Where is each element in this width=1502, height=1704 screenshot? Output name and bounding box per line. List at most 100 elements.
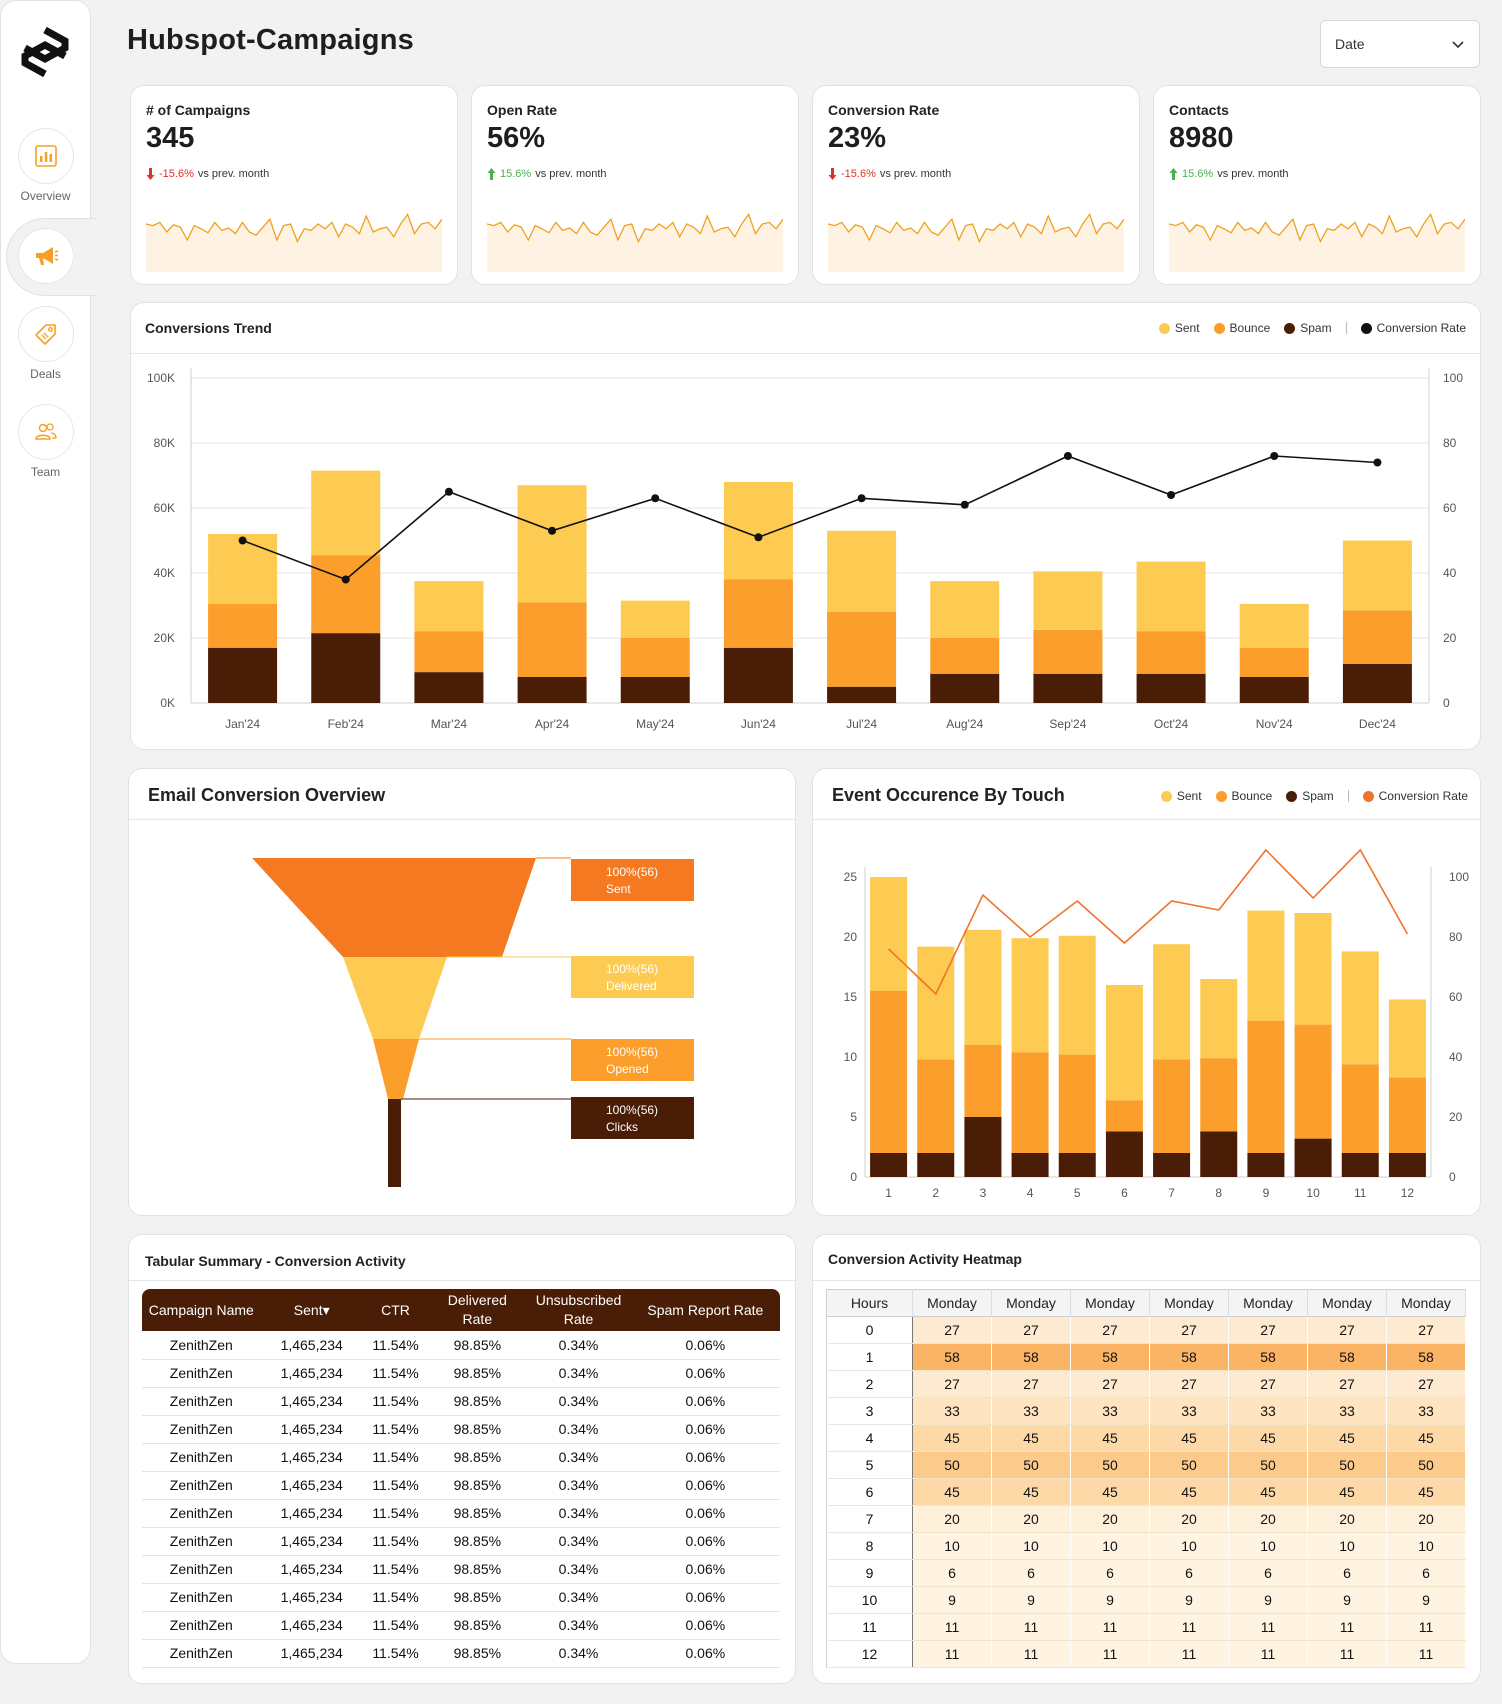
bar-bounce[interactable] — [1239, 647, 1309, 677]
bar-spam[interactable] — [917, 1153, 955, 1177]
bar-spam[interactable] — [1342, 664, 1412, 703]
bar-spam[interactable] — [1247, 1153, 1285, 1177]
bar-sent[interactable] — [311, 470, 381, 556]
sidebar-item-campaigns[interactable] — [0, 228, 91, 284]
bar-sent[interactable] — [930, 581, 1000, 638]
bar-sent[interactable] — [1294, 913, 1332, 1025]
bar-sent[interactable] — [1153, 944, 1191, 1060]
bar-spam[interactable] — [1058, 1153, 1096, 1177]
bar-sent[interactable] — [1247, 910, 1285, 1021]
bar-spam[interactable] — [1011, 1153, 1049, 1177]
bar-bounce[interactable] — [311, 555, 381, 634]
bar-bounce[interactable] — [1011, 1052, 1049, 1153]
bar-bounce[interactable] — [1033, 629, 1103, 674]
conversion-rate-point[interactable] — [1373, 458, 1382, 467]
conversion-rate-point[interactable] — [341, 575, 350, 584]
bar-bounce[interactable] — [1058, 1054, 1096, 1153]
bar-sent[interactable] — [870, 877, 908, 991]
bar-bounce[interactable] — [723, 579, 793, 648]
bar-bounce[interactable] — [414, 631, 484, 673]
bar-bounce[interactable] — [870, 991, 908, 1153]
y2-tick-label: 0 — [1449, 1170, 1456, 1184]
table-cell: ZenithZen — [142, 1387, 261, 1416]
bar-spam[interactable] — [1388, 1153, 1426, 1177]
bar-bounce[interactable] — [208, 603, 278, 648]
bar-bounce[interactable] — [1136, 631, 1206, 674]
bar-sent[interactable] — [723, 482, 793, 580]
sidebar: Overview Deals Team — [0, 0, 96, 1664]
bar-bounce[interactable] — [1200, 1058, 1238, 1132]
sidebar-item-team[interactable]: Team — [0, 404, 91, 479]
bar-sent[interactable] — [1011, 938, 1049, 1053]
table-cell: 0.06% — [630, 1499, 780, 1528]
bar-sent[interactable] — [1105, 985, 1143, 1101]
bar-sent[interactable] — [827, 530, 897, 612]
bar-bounce[interactable] — [1294, 1024, 1332, 1139]
bar-spam[interactable] — [827, 686, 897, 703]
bar-spam[interactable] — [1153, 1153, 1191, 1177]
bar-bounce[interactable] — [1153, 1059, 1191, 1153]
bar-spam[interactable] — [311, 633, 381, 703]
bar-sent[interactable] — [1388, 999, 1426, 1078]
column-header[interactable]: Sent▾ — [260, 1289, 363, 1331]
conversion-rate-point[interactable] — [651, 494, 660, 503]
bar-bounce[interactable] — [517, 602, 587, 677]
bar-sent[interactable] — [1239, 603, 1309, 648]
bar-bounce[interactable] — [930, 638, 1000, 674]
sidebar-item-overview[interactable]: Overview — [0, 128, 91, 203]
bar-sent[interactable] — [917, 946, 955, 1060]
bar-spam[interactable] — [517, 677, 587, 703]
conversion-rate-point[interactable] — [857, 494, 866, 503]
bar-spam[interactable] — [1200, 1131, 1238, 1177]
y-tick-label: 15 — [844, 990, 858, 1004]
bar-spam[interactable] — [870, 1153, 908, 1177]
bar-sent[interactable] — [964, 929, 1002, 1045]
bar-spam[interactable] — [414, 672, 484, 703]
date-filter-select[interactable]: Date — [1320, 20, 1480, 68]
bar-sent[interactable] — [1033, 571, 1103, 630]
bar-sent[interactable] — [1136, 561, 1206, 632]
conversion-rate-point[interactable] — [238, 536, 247, 545]
sidebar-item-deals[interactable]: Deals — [0, 306, 91, 381]
table-cell: 1,465,234 — [260, 1555, 363, 1584]
bar-sent[interactable] — [1058, 935, 1096, 1055]
bar-sent[interactable] — [1200, 979, 1238, 1059]
bar-bounce[interactable] — [827, 612, 897, 687]
conversion-rate-point[interactable] — [1063, 452, 1072, 460]
bar-bounce[interactable] — [917, 1059, 955, 1153]
bar-spam[interactable] — [723, 647, 793, 703]
bar-spam[interactable] — [208, 647, 278, 703]
bar-spam[interactable] — [1136, 673, 1206, 703]
conversion-rate-point[interactable] — [444, 487, 453, 496]
bar-sent[interactable] — [414, 581, 484, 632]
bar-sent[interactable] — [1341, 951, 1379, 1065]
bar-sent[interactable] — [517, 485, 587, 603]
heatmap-cell: 50 — [1386, 1451, 1466, 1479]
bar-bounce[interactable] — [1342, 610, 1412, 664]
conversion-rate-point[interactable] — [754, 533, 763, 542]
bar-sent[interactable] — [620, 600, 690, 638]
conversion-rate-point[interactable] — [1270, 452, 1279, 460]
bar-spam[interactable] — [1105, 1131, 1143, 1177]
bar-bounce[interactable] — [1247, 1021, 1285, 1153]
bar-sent[interactable] — [1342, 540, 1412, 611]
conversion-rate-point[interactable] — [1167, 491, 1176, 499]
bar-spam[interactable] — [1239, 677, 1309, 703]
sparkline-area — [828, 214, 1124, 272]
bar-spam[interactable] — [964, 1117, 1002, 1177]
bar-spam[interactable] — [620, 677, 690, 703]
conversion-rate-point[interactable] — [960, 500, 969, 509]
bar-spam[interactable] — [1294, 1138, 1332, 1177]
bar-bounce[interactable] — [620, 638, 690, 677]
bar-spam[interactable] — [930, 673, 1000, 703]
bar-bounce[interactable] — [1388, 1077, 1426, 1153]
conversion-rate-point[interactable] — [548, 526, 557, 535]
bar-spam[interactable] — [1033, 673, 1103, 703]
bar-bounce[interactable] — [1105, 1100, 1143, 1132]
bar-bounce[interactable] — [964, 1045, 1002, 1117]
bar-spam[interactable] — [1341, 1153, 1379, 1177]
bar-bounce[interactable] — [1341, 1064, 1379, 1153]
kpi-sparkline — [1169, 213, 1465, 272]
heatmap-cell: 10 — [1070, 1532, 1150, 1560]
app-logo[interactable] — [17, 24, 73, 80]
